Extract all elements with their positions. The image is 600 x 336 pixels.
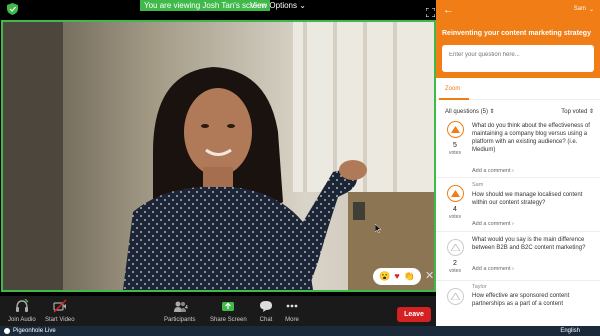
vote-label: votes bbox=[449, 214, 461, 220]
event-title: Reinventing your content marketing strat… bbox=[442, 30, 591, 37]
share-screen-icon bbox=[222, 302, 235, 311]
participants-count: 4 bbox=[185, 305, 188, 311]
question-text: How effective are sponsored content part… bbox=[472, 293, 570, 307]
vote-count: 5 bbox=[453, 142, 457, 149]
vote-column: 2 votes bbox=[444, 239, 466, 275]
chevron-down-icon: ⌄ bbox=[299, 1, 306, 10]
emoji-laugh-icon[interactable]: 😮 bbox=[379, 271, 390, 282]
question-text: What do you think about the effectivenes… bbox=[472, 123, 590, 153]
heart-icon[interactable]: ♥ bbox=[394, 271, 399, 282]
video-camera-off-icon bbox=[53, 299, 67, 313]
add-comment-link[interactable]: Add a comment › bbox=[472, 266, 514, 272]
join-audio-label: Join Audio bbox=[8, 317, 36, 323]
vote-label: votes bbox=[449, 150, 461, 156]
share-screen-button[interactable]: Share Screen bbox=[210, 299, 247, 323]
chat-button[interactable]: Chat bbox=[259, 299, 273, 323]
status-bar: Pigeonhole Live English bbox=[0, 326, 600, 336]
view-options-label: View Options bbox=[250, 1, 297, 10]
sort-dropdown[interactable]: Top voted ⇕ bbox=[561, 108, 594, 115]
close-icon[interactable]: ✕ bbox=[425, 269, 434, 282]
question-text: How should we manage localised content w… bbox=[472, 192, 583, 206]
video-scene bbox=[3, 22, 434, 290]
question-list: 5 votes What do you think about the effe… bbox=[436, 118, 600, 321]
leave-button[interactable]: Leave bbox=[397, 307, 431, 322]
tab-zoom[interactable]: Zoom bbox=[445, 86, 460, 92]
add-comment-link[interactable]: Add a comment › bbox=[472, 221, 514, 227]
chat-icon bbox=[260, 301, 272, 312]
app-name: Pigeonhole Live bbox=[4, 327, 56, 335]
vote-column bbox=[444, 288, 466, 305]
shield-icon bbox=[7, 3, 18, 15]
upvote-triangle-icon bbox=[450, 126, 460, 133]
vote-count: 2 bbox=[453, 260, 457, 267]
add-comment-link[interactable]: Add a comment › bbox=[472, 168, 514, 174]
app-name-label: Pigeonhole Live bbox=[13, 328, 56, 334]
upvote-button[interactable] bbox=[446, 288, 464, 305]
zoom-window: You are viewing Josh Tan's screen View O… bbox=[0, 0, 600, 336]
language-selector[interactable]: English bbox=[560, 327, 580, 335]
vote-column: 5 votes bbox=[444, 121, 466, 157]
more-label: More bbox=[285, 317, 299, 323]
panel-header: ← Sam ⌄ Reinventing your content marketi… bbox=[436, 0, 600, 78]
tab-bar: Zoom bbox=[436, 78, 600, 100]
question-filter-dropdown[interactable]: All questions (5) ⇕ bbox=[445, 108, 495, 115]
more-button[interactable]: More bbox=[285, 299, 299, 323]
chat-label: Chat bbox=[259, 317, 273, 323]
shared-video: 😮 ♥ 👏 ✕ bbox=[1, 20, 436, 292]
participants-button[interactable]: Participants bbox=[164, 299, 195, 323]
upvote-triangle-icon bbox=[450, 293, 460, 300]
qa-panel: ← Sam ⌄ Reinventing your content marketi… bbox=[436, 0, 600, 326]
vote-column: 4 votes bbox=[444, 185, 466, 221]
join-audio-button[interactable]: Join Audio bbox=[8, 299, 36, 323]
view-options-button[interactable]: View Options ⌄ bbox=[250, 0, 306, 11]
more-dots-icon bbox=[286, 304, 298, 308]
pigeonhole-logo-icon bbox=[4, 328, 10, 334]
emoji-clap-icon[interactable]: 👏 bbox=[404, 271, 415, 282]
question-item: Taylor How effective are sponsored conte… bbox=[436, 281, 600, 321]
question-item: 5 votes What do you think about the effe… bbox=[436, 118, 600, 178]
chevron-down-icon[interactable]: ⌄ bbox=[589, 6, 594, 13]
vote-label: votes bbox=[449, 268, 461, 274]
vote-count: 4 bbox=[453, 206, 457, 213]
back-arrow-icon[interactable]: ← bbox=[443, 4, 454, 16]
question-item: 4 votes Sam How should we manage localis… bbox=[436, 178, 600, 232]
filter-row: All questions (5) ⇕ Top voted ⇕ bbox=[436, 100, 600, 118]
upvote-button[interactable] bbox=[446, 239, 464, 256]
upvote-button[interactable] bbox=[446, 121, 464, 138]
user-name[interactable]: Sam bbox=[574, 6, 586, 12]
question-item: 2 votes What would you say is the main d… bbox=[436, 232, 600, 281]
question-author: Taylor bbox=[472, 284, 487, 290]
start-video-label: Start Video bbox=[45, 317, 75, 323]
start-video-button[interactable]: Start Video bbox=[45, 299, 75, 323]
share-screen-label: Share Screen bbox=[210, 317, 247, 323]
reactions-bar: 😮 ♥ 👏 bbox=[373, 268, 421, 285]
fullscreen-icon[interactable] bbox=[426, 8, 435, 17]
mouse-cursor-icon bbox=[375, 224, 382, 233]
top-bar: You are viewing Josh Tan's screen View O… bbox=[0, 0, 436, 18]
upvote-button[interactable] bbox=[446, 185, 464, 202]
headphones-icon bbox=[15, 299, 29, 312]
participants-label: Participants bbox=[164, 317, 196, 323]
question-input[interactable] bbox=[442, 45, 594, 72]
upvote-triangle-icon bbox=[450, 244, 460, 251]
question-text: What would you say is the main differenc… bbox=[472, 237, 586, 251]
question-author: Sam bbox=[472, 182, 484, 188]
upvote-triangle-icon bbox=[450, 190, 460, 197]
